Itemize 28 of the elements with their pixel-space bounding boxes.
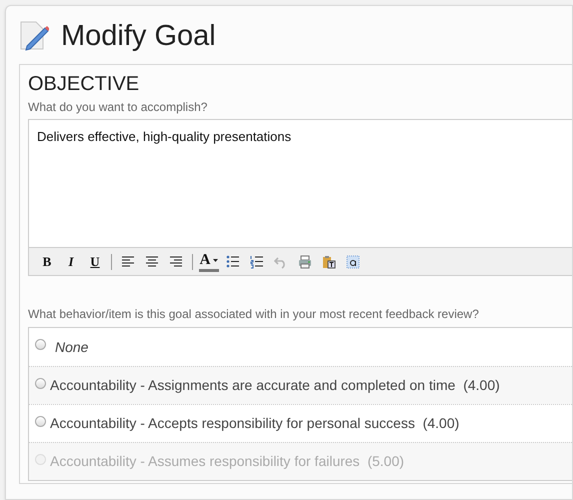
option-label: None xyxy=(55,338,88,356)
caret-icon xyxy=(213,258,218,262)
page-title: Modify Goal xyxy=(61,22,216,50)
document-pencil-icon xyxy=(19,20,49,52)
printer-icon xyxy=(298,254,312,268)
field-prompt: What behavior/item is this goal associated with in your most recent feedback review? xyxy=(28,306,480,323)
rich-text-editor[interactable]: Delivers effective, high-quality presentations B I U A xyxy=(28,119,572,276)
select-all-icon xyxy=(346,254,360,268)
undo-icon xyxy=(274,254,288,268)
radio-button[interactable] xyxy=(35,339,46,350)
field-prompt: What do you want to accomplish? xyxy=(28,99,208,116)
radio-button[interactable] xyxy=(35,378,46,388)
section-heading: OBJECTIVE xyxy=(28,74,140,94)
bullet-list-icon xyxy=(226,254,240,268)
clipboard-icon xyxy=(322,254,336,268)
italic-button[interactable]: I xyxy=(61,252,81,272)
option-label: Accountability - Accepts responsibility for personal success (4.00) xyxy=(50,414,460,433)
font-color-button[interactable]: A xyxy=(199,252,219,272)
radio-button[interactable] xyxy=(35,416,46,426)
editor-text: Delivers effective, high-quality presentations xyxy=(36,128,292,146)
option-label: Accountability - Assignments are accurate and completed on time (4.00) xyxy=(50,376,500,395)
align-left-icon xyxy=(121,254,135,268)
align-center-icon xyxy=(145,254,159,268)
bold-button[interactable]: B xyxy=(37,252,57,272)
numbered-list-icon xyxy=(250,254,264,268)
underline-button[interactable]: U xyxy=(85,252,105,272)
align-right-icon xyxy=(169,254,183,268)
option-label: Accountability - Assumes responsibility for failures (5.00) xyxy=(50,452,404,471)
